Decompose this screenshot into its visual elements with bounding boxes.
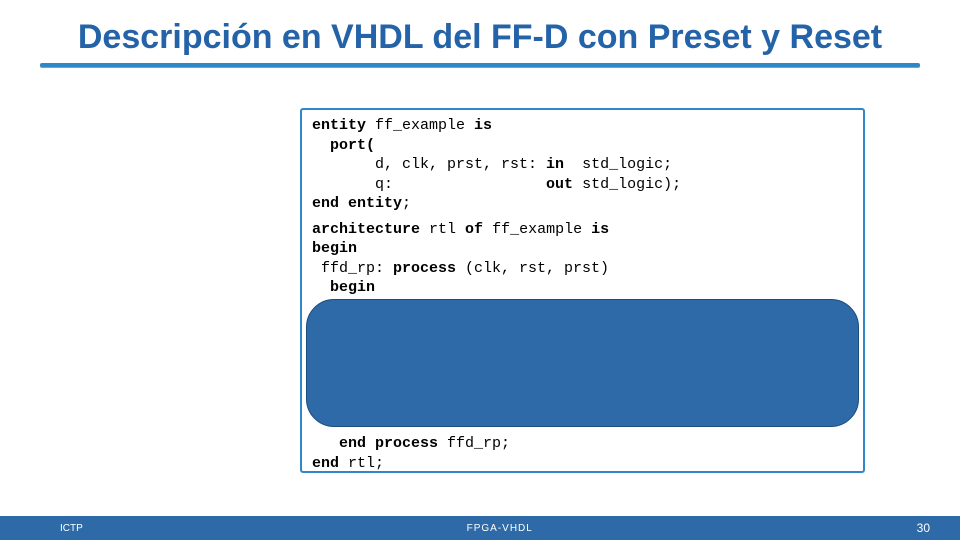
- code-line: ffd_rp: process (clk, rst, prst): [312, 259, 853, 279]
- code-text: d, clk, prst, rst:: [312, 156, 546, 173]
- code-text: ff_example: [483, 221, 591, 238]
- code-line: end process ffd_rp;: [312, 434, 853, 454]
- keyword-port: port(: [312, 137, 375, 154]
- keyword-begin: begin: [312, 240, 357, 257]
- code-line: q: out std_logic);: [312, 175, 853, 195]
- keyword-end: end: [312, 455, 339, 472]
- code-line: begin: [312, 278, 853, 298]
- footer-left: ICTP: [0, 523, 83, 534]
- code-text: ffd_rp;: [438, 435, 510, 452]
- code-text: std_logic;: [564, 156, 672, 173]
- keyword-is: is: [591, 221, 609, 238]
- keyword-of: of: [465, 221, 483, 238]
- code-text: ;: [402, 195, 411, 212]
- keyword-is: is: [474, 117, 492, 134]
- keyword-end-process: end process: [312, 435, 438, 452]
- code-text: rtl: [420, 221, 465, 238]
- keyword-begin: begin: [312, 279, 375, 296]
- keyword-architecture: architecture: [312, 221, 420, 238]
- code-line: begin: [312, 239, 853, 259]
- footer-page-number: 30: [917, 521, 960, 535]
- slide-title: Descripción en VHDL del FF-D con Preset …: [0, 0, 960, 57]
- code-text: rtl;: [339, 455, 384, 472]
- keyword-entity: entity: [312, 117, 366, 134]
- code-text: ffd_rp:: [312, 260, 393, 277]
- code-line: end rtl;: [312, 454, 853, 474]
- code-line: architecture rtl of ff_example is: [312, 220, 853, 240]
- footer-bar: ICTP FPGA-VHDL 30: [0, 516, 960, 540]
- code-text: (clk, rst, prst): [456, 260, 609, 277]
- keyword-process: process: [393, 260, 456, 277]
- code-text: q:: [312, 176, 546, 193]
- title-underline: [40, 63, 920, 67]
- footer-center: FPGA-VHDL: [83, 523, 917, 534]
- code-line: d, clk, prst, rst: in std_logic;: [312, 155, 853, 175]
- keyword-in: in: [546, 156, 564, 173]
- code-line: port(: [312, 136, 853, 156]
- code-text: std_logic);: [573, 176, 681, 193]
- hidden-code-overlay: [306, 299, 859, 427]
- keyword-end-entity: end entity: [312, 195, 402, 212]
- code-text: ff_example: [366, 117, 474, 134]
- keyword-out: out: [546, 176, 573, 193]
- code-line: end entity;: [312, 194, 853, 214]
- code-line: entity ff_example is: [312, 116, 853, 136]
